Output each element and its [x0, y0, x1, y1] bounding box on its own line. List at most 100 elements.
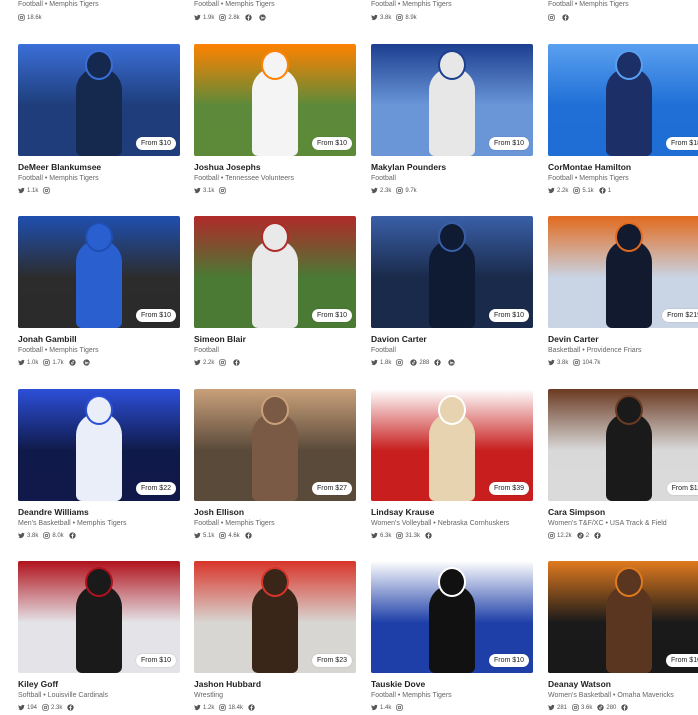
athlete-photo[interactable]: From $10: [194, 44, 356, 156]
athlete-name[interactable]: DeMeer Blankumsee: [18, 162, 101, 172]
athlete-card[interactable]: From $11 Cara Simpson Women's T&F/XC • USA…: [548, 389, 698, 543]
athlete-card[interactable]: From $10 Makylan Pounders Football 2.3k 9.7k: [371, 44, 533, 198]
instagram-icon[interactable]: [396, 359, 403, 366]
twitter-icon[interactable]: [371, 187, 378, 194]
athlete-card[interactable]: From $10 DeMeer Blankumsee Football • Memp…: [18, 44, 180, 198]
facebook-icon[interactable]: [233, 359, 240, 366]
twitter-icon[interactable]: [194, 532, 201, 539]
athlete-name[interactable]: Deandre Williams: [18, 507, 89, 517]
athlete-card[interactable]: From $10 Kiley Goff Softball • Louisville …: [18, 561, 180, 715]
facebook-icon[interactable]: [245, 532, 252, 539]
athlete-name[interactable]: Kiley Goff: [18, 679, 58, 689]
athlete-name[interactable]: Makylan Pounders: [371, 162, 446, 172]
twitter-icon[interactable]: [371, 359, 378, 366]
athlete-sport-team: Softball • Louisville Cardinals: [18, 692, 108, 699]
athlete-photo[interactable]: From $11: [548, 389, 698, 501]
athlete-name[interactable]: Tauskie Dove: [371, 679, 425, 689]
athlete-photo[interactable]: From $10: [18, 44, 180, 156]
athlete-photo[interactable]: From $10: [18, 216, 180, 328]
twitter-icon[interactable]: [548, 704, 555, 711]
instagram-icon[interactable]: [573, 359, 580, 366]
athlete-card[interactable]: From $10 Joshua Josephs Football • Tenness…: [194, 44, 356, 198]
facebook-icon[interactable]: [434, 359, 442, 366]
athlete-card[interactable]: From $10 Davion Carter Football 1.8k 288: [371, 216, 533, 370]
instagram-icon[interactable]: [396, 187, 403, 194]
instagram-icon[interactable]: [396, 704, 403, 711]
athlete-name[interactable]: Simeon Blair: [194, 334, 246, 344]
twitter-icon[interactable]: [194, 187, 201, 194]
tiktok-icon[interactable]: [410, 359, 417, 366]
facebook-icon[interactable]: [425, 532, 432, 539]
athlete-card[interactable]: From $10 Simeon Blair Football 2.2k: [194, 216, 356, 370]
twitter-icon[interactable]: [371, 704, 378, 711]
twitter-icon[interactable]: [371, 532, 378, 539]
athlete-photo[interactable]: From $219: [548, 216, 698, 328]
instagram-icon[interactable]: [219, 532, 226, 539]
athlete-card[interactable]: From $27 Josh Ellison Football • Memphis T…: [194, 389, 356, 543]
instagram-icon[interactable]: [396, 532, 403, 539]
twitter-icon[interactable]: [548, 187, 555, 194]
facebook-icon[interactable]: [594, 532, 601, 539]
facebook-icon[interactable]: [69, 532, 76, 539]
athlete-photo[interactable]: From $10: [371, 44, 533, 156]
tiktok-icon[interactable]: [69, 359, 76, 366]
facebook-icon[interactable]: [621, 704, 629, 711]
athlete-photo[interactable]: From $22: [18, 389, 180, 501]
instagram-icon[interactable]: [43, 359, 50, 366]
facebook-icon[interactable]: [248, 704, 255, 711]
athlete-photo[interactable]: From $10: [371, 216, 533, 328]
athlete-card[interactable]: From $10 Deanay Watson Women's Basketball …: [548, 561, 698, 715]
twitter-icon[interactable]: [18, 532, 25, 539]
instagram-icon[interactable]: [219, 704, 226, 711]
linkedin-icon[interactable]: [83, 359, 90, 366]
athlete-card[interactable]: From $10 Jonah Gambill Football • Memphis …: [18, 216, 180, 370]
athlete-name[interactable]: Deanay Watson: [548, 679, 611, 689]
athlete-name[interactable]: Devin Carter: [548, 334, 599, 344]
athlete-name[interactable]: Lindsay Krause: [371, 507, 434, 517]
instagram-icon[interactable]: [43, 187, 50, 194]
athlete-photo[interactable]: From $10: [194, 216, 356, 328]
athlete-card[interactable]: From $10 Tauskie Dove Football • Memphis T…: [371, 561, 533, 715]
athlete-name[interactable]: CorMontae Hamilton: [548, 162, 631, 172]
instagram-icon[interactable]: [219, 359, 226, 366]
facebook-icon[interactable]: [67, 704, 75, 711]
athlete-photo[interactable]: From $27: [194, 389, 356, 501]
instagram-icon[interactable]: [42, 704, 49, 711]
stat-twitter: 1.2k: [194, 704, 214, 711]
price-badge: From $23: [312, 654, 352, 667]
athlete-card[interactable]: From $39 Lindsay Krause Women's Volleyball…: [371, 389, 533, 543]
tiktok-icon[interactable]: [597, 704, 605, 711]
athlete-name[interactable]: Jashon Hubbard: [194, 679, 261, 689]
athlete-name[interactable]: Joshua Josephs: [194, 162, 261, 172]
twitter-icon[interactable]: [18, 187, 25, 194]
athlete-figure: [429, 413, 475, 501]
instagram-icon[interactable]: [573, 187, 580, 194]
athlete-card[interactable]: From $219 Devin Carter Basketball • Provid…: [548, 216, 698, 370]
athlete-card[interactable]: From $23 Jashon Hubbard Wrestling 1.2k 18.4k: [194, 561, 356, 715]
twitter-icon[interactable]: [194, 359, 201, 366]
athlete-photo[interactable]: From $18: [548, 44, 698, 156]
instagram-icon[interactable]: [548, 532, 555, 539]
facebook-icon[interactable]: [599, 187, 606, 194]
athlete-card[interactable]: From $22 Deandre Williams Men's Basketball…: [18, 389, 180, 543]
instagram-icon[interactable]: [572, 704, 579, 711]
twitter-icon[interactable]: [548, 359, 555, 366]
athlete-photo[interactable]: From $39: [371, 389, 533, 501]
athlete-name[interactable]: Josh Ellison: [194, 507, 244, 517]
athlete-card[interactable]: From $18 CorMontae Hamilton Football • Mem…: [548, 44, 698, 198]
athlete-photo[interactable]: From $10: [548, 561, 698, 673]
athlete-photo[interactable]: From $23: [194, 561, 356, 673]
instagram-icon[interactable]: [219, 187, 226, 194]
twitter-icon[interactable]: [18, 704, 25, 711]
athlete-photo[interactable]: From $10: [18, 561, 180, 673]
athlete-name[interactable]: Davion Carter: [371, 334, 427, 344]
linkedin-icon[interactable]: [448, 359, 456, 366]
athlete-photo[interactable]: From $10: [371, 561, 533, 673]
twitter-icon[interactable]: [18, 359, 25, 366]
twitter-icon[interactable]: [194, 704, 201, 711]
instagram-icon[interactable]: [43, 532, 50, 539]
tiktok-icon[interactable]: [577, 532, 584, 539]
athlete-name[interactable]: Jonah Gambill: [18, 334, 77, 344]
athlete-name[interactable]: Cara Simpson: [548, 507, 605, 517]
stat-instagram: 1.7k: [43, 359, 64, 366]
